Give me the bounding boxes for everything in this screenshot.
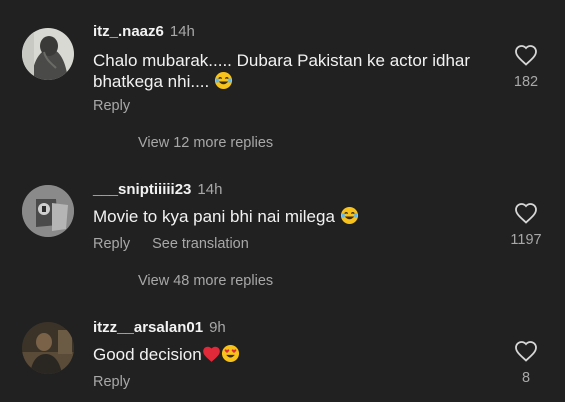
comment-text: Movie to kya pani bhi nai milega bbox=[93, 206, 493, 230]
comment-actions: Reply bbox=[93, 98, 152, 114]
heart-eyes-emoji-icon bbox=[221, 344, 240, 368]
heart-icon[interactable] bbox=[514, 202, 538, 224]
heart-icon[interactable] bbox=[514, 340, 538, 362]
heart-icon[interactable] bbox=[514, 44, 538, 66]
laughing-tears-emoji-icon bbox=[340, 206, 359, 230]
timestamp: 14h bbox=[197, 181, 223, 198]
see-translation-button[interactable]: See translation bbox=[152, 236, 249, 252]
avatar[interactable] bbox=[22, 322, 74, 374]
comment-text: Good decision bbox=[93, 344, 493, 368]
red-heart-emoji-icon bbox=[202, 345, 221, 368]
username[interactable]: itz_.naaz6 bbox=[93, 23, 164, 40]
comment-body: Chalo mubarak..... Dubara Pakistan ke ac… bbox=[93, 51, 471, 91]
like-count: 182 bbox=[513, 74, 539, 90]
comment-meta: itz_.naaz6 14h bbox=[93, 23, 195, 41]
reply-button[interactable]: Reply bbox=[93, 236, 130, 252]
view-replies-link[interactable]: View 48 more replies bbox=[138, 273, 273, 289]
comment-text: Chalo mubarak..... Dubara Pakistan ke ac… bbox=[93, 50, 493, 95]
comment-meta: itzz__arsalan01 9h bbox=[93, 319, 226, 337]
comment-actions: Reply bbox=[93, 374, 152, 390]
like-section: 8 bbox=[510, 340, 542, 386]
comment-actions: Reply See translation bbox=[93, 236, 271, 252]
like-section: 1197 bbox=[510, 202, 542, 248]
comment-body: Movie to kya pani bhi nai milega bbox=[93, 207, 335, 226]
laughing-tears-emoji-icon bbox=[214, 71, 233, 95]
timestamp: 14h bbox=[169, 23, 195, 40]
like-section: 182 bbox=[510, 44, 542, 90]
username[interactable]: itzz__arsalan01 bbox=[93, 319, 203, 336]
like-count: 1197 bbox=[510, 232, 542, 248]
reply-button[interactable]: Reply bbox=[93, 374, 130, 390]
avatar[interactable] bbox=[22, 28, 74, 80]
timestamp: 9h bbox=[209, 319, 226, 336]
like-count: 8 bbox=[521, 370, 531, 386]
comment-meta: ___sniptiiiii23 14h bbox=[93, 181, 222, 199]
reply-button[interactable]: Reply bbox=[93, 98, 130, 114]
avatar[interactable] bbox=[22, 185, 74, 237]
view-replies-link[interactable]: View 12 more replies bbox=[138, 135, 273, 151]
comment-body: Good decision bbox=[93, 345, 202, 364]
username[interactable]: ___sniptiiiii23 bbox=[93, 181, 191, 198]
comments-feed: itz_.naaz6 14h Chalo mubarak..... Dubara … bbox=[0, 0, 565, 402]
